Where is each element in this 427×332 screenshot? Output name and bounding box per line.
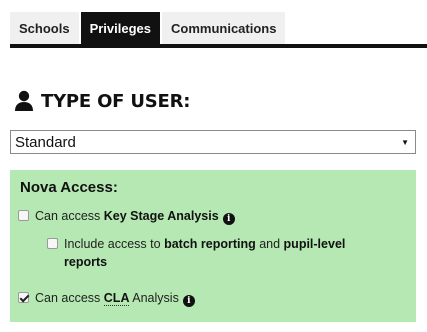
section-heading: TYPE OF USER: xyxy=(14,88,190,114)
cla-access-option: Can access CLA Analysis i xyxy=(18,289,195,307)
chevron-down-icon: ▼ xyxy=(401,137,409,147)
nova-access-panel: Nova Access: Can access Key Stage Analys… xyxy=(10,170,416,322)
user-type-selected-value: Standard xyxy=(15,133,76,151)
info-icon[interactable]: i xyxy=(222,213,235,225)
batch-reporting-checkbox[interactable] xyxy=(47,238,58,249)
user-icon xyxy=(15,90,33,111)
nova-access-heading: Nova Access: xyxy=(20,179,118,196)
section-title: TYPE OF USER: xyxy=(41,90,191,112)
tab-divider xyxy=(10,44,427,48)
user-type-select[interactable]: Standard ▼ xyxy=(10,130,416,154)
tab-bar: Schools Privileges Communications xyxy=(10,12,287,48)
cla-abbreviation: CLA xyxy=(103,291,130,306)
key-stage-access-option: Can access Key Stage Analysis i xyxy=(18,207,235,225)
key-stage-access-label[interactable]: Can access Key Stage Analysis i xyxy=(35,207,235,225)
cla-access-label[interactable]: Can access CLA Analysis i xyxy=(35,289,195,307)
tab-privileges[interactable]: Privileges xyxy=(80,12,161,44)
cla-access-checkbox[interactable] xyxy=(18,292,29,303)
batch-reporting-label[interactable]: Include access to batch reporting and pu… xyxy=(64,235,377,271)
key-stage-access-checkbox[interactable] xyxy=(18,210,29,221)
tab-communications[interactable]: Communications xyxy=(162,12,286,44)
info-icon[interactable]: i xyxy=(182,295,195,307)
tab-schools[interactable]: Schools xyxy=(10,12,79,44)
batch-reporting-option: Include access to batch reporting and pu… xyxy=(47,235,377,271)
